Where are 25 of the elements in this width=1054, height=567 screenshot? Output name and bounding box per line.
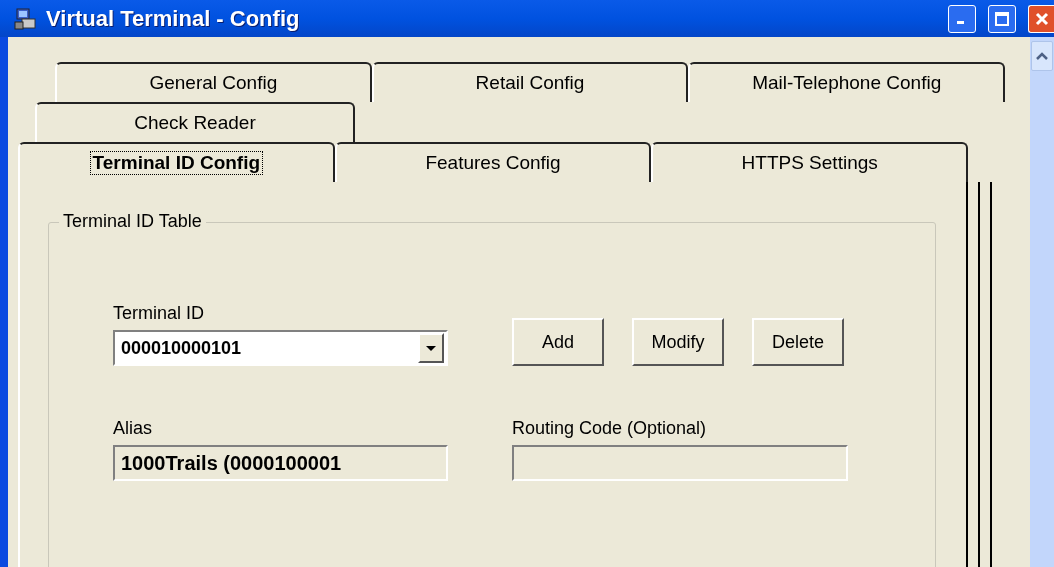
tab[interactable]: Terminal ID Config xyxy=(18,142,335,182)
action-button[interactable]: Modify xyxy=(632,318,724,366)
tab[interactable]: Check Reader xyxy=(35,102,355,142)
tab[interactable]: Features Config xyxy=(334,142,652,182)
terminal-id-dropdown[interactable]: 000010000101 xyxy=(113,330,448,366)
field-label: Alias xyxy=(113,418,153,439)
field-label: Terminal ID xyxy=(113,303,206,324)
maximize-button[interactable] xyxy=(988,4,1016,33)
action-button[interactable]: Add xyxy=(512,318,604,366)
field-label: Routing Code (Optional) xyxy=(512,418,708,439)
scroll-up-button[interactable] xyxy=(1031,41,1053,71)
window-title: Virtual Terminal - Config xyxy=(46,5,300,32)
scrollbar[interactable] xyxy=(1030,37,1054,567)
tab[interactable]: HTTPS Settings xyxy=(651,142,968,182)
action-button[interactable]: Delete xyxy=(752,318,844,366)
tab[interactable]: General Config xyxy=(55,62,372,102)
tab[interactable]: Retail Config xyxy=(371,62,689,102)
caret-icon xyxy=(418,333,444,363)
close-icon xyxy=(1033,10,1050,27)
computer-icon xyxy=(14,6,38,31)
minimize-icon xyxy=(956,21,964,24)
minimize-button[interactable] xyxy=(948,4,976,33)
maximize-icon xyxy=(994,10,1010,27)
close-button[interactable] xyxy=(1028,4,1054,33)
tab[interactable]: Mail-Telephone Config xyxy=(688,62,1005,102)
